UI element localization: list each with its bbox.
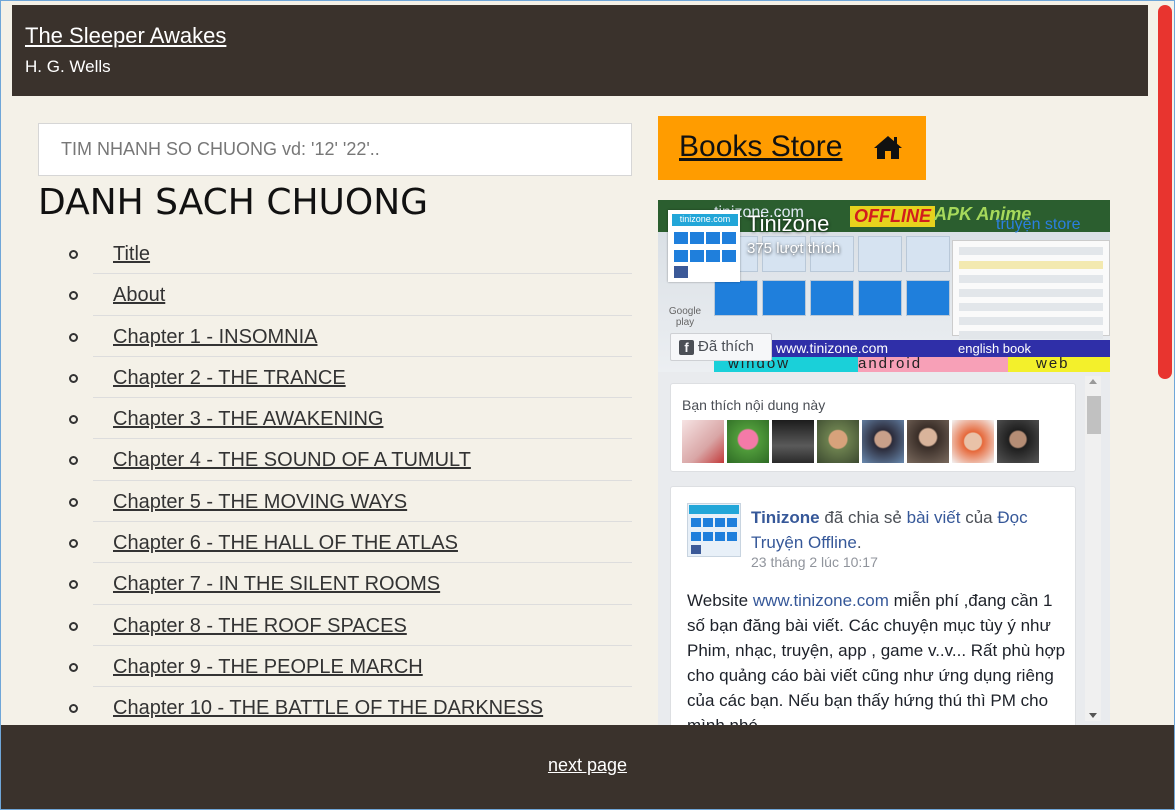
bullet-icon xyxy=(69,291,78,301)
cover-store-text: truyện store xyxy=(996,216,1081,233)
bullet-icon xyxy=(69,704,78,714)
bullet-icon xyxy=(69,250,78,259)
friends-like-card: Bạn thích nội dung này xyxy=(670,383,1076,472)
chapter-link[interactable]: About xyxy=(113,284,165,307)
list-item: Chapter 3 - THE AWAKENING xyxy=(0,398,632,440)
page-scrollbar[interactable] xyxy=(1158,5,1172,379)
cover-offline-text: OFFLINE xyxy=(850,206,935,227)
list-item: Chapter 9 - THE PEOPLE MARCH xyxy=(0,646,632,688)
bullet-icon xyxy=(69,373,78,383)
list-item: Chapter 6 - THE HALL OF THE ATLAS xyxy=(0,522,632,564)
bullet-icon xyxy=(69,662,78,672)
chapter-link[interactable]: Chapter 2 - THE TRANCE xyxy=(113,367,346,390)
cover-url-text: www.tinizone.com xyxy=(776,340,889,356)
chapter-link[interactable]: Chapter 5 - THE MOVING WAYS xyxy=(113,491,407,514)
facebook-icon: f xyxy=(679,340,694,355)
book-author: H. G. Wells xyxy=(25,57,111,76)
book-title-link[interactable]: The Sleeper Awakes xyxy=(25,23,226,49)
avatar[interactable] xyxy=(772,420,814,463)
scrollbar-thumb[interactable] xyxy=(1087,396,1101,434)
chapter-link[interactable]: Chapter 9 - THE PEOPLE MARCH xyxy=(113,656,423,679)
chapter-link[interactable]: Chapter 3 - THE AWAKENING xyxy=(113,408,383,431)
list-item: Chapter 7 - IN THE SILENT ROOMS xyxy=(0,563,632,605)
avatar[interactable] xyxy=(997,420,1039,463)
profile-logo: tinizone.com xyxy=(672,214,738,226)
post-body: Website www.tinizone.com miễn phí ,đang … xyxy=(687,588,1069,725)
facebook-feed-scroll[interactable]: Bạn thích nội dung này Tinizone đã chia … xyxy=(658,372,1110,725)
bullet-icon xyxy=(69,497,78,507)
chapter-link[interactable]: Chapter 4 - THE SOUND OF A TUMULT xyxy=(113,449,471,472)
post-author-link[interactable]: Tinizone xyxy=(751,508,820,527)
books-store-button[interactable]: Books Store xyxy=(658,116,926,180)
facebook-page-name[interactable]: Tinizone xyxy=(747,211,829,237)
avatar[interactable] xyxy=(727,420,769,463)
chapter-list-heading: DANH SACH CHUONG xyxy=(38,182,429,223)
scroll-up-icon[interactable] xyxy=(1089,379,1097,384)
list-item: Chapter 10 - THE BATTLE OF THE DARKNESS xyxy=(0,687,632,729)
book-header: The Sleeper Awakes H. G. Wells xyxy=(12,5,1148,96)
avatar[interactable] xyxy=(817,420,859,463)
post-author-avatar[interactable] xyxy=(687,503,741,557)
list-item: Chapter 1 - INSOMNIA xyxy=(0,316,632,357)
chapter-link[interactable]: Chapter 7 - IN THE SILENT ROOMS xyxy=(113,573,440,596)
post-action-text: đã chia sẻ xyxy=(824,508,902,527)
list-item: Chapter 4 - THE SOUND OF A TUMULT xyxy=(0,439,632,481)
facebook-cover-image[interactable]: tinizone.com OFFLINE APK Anime truyện st… xyxy=(658,200,1110,372)
facebook-like-count: 375 lượt thích xyxy=(747,240,841,257)
chapter-link[interactable]: Chapter 1 - INSOMNIA xyxy=(113,326,318,349)
post-header: Tinizone đã chia sẻ bài viết của Đọc Tru… xyxy=(751,508,1028,552)
bullet-icon xyxy=(69,415,78,425)
chapter-link[interactable]: Chapter 10 - THE BATTLE OF THE DARKNESS xyxy=(113,697,543,720)
bullet-icon xyxy=(69,621,78,631)
next-page-link[interactable]: next page xyxy=(548,755,627,775)
post-object-link[interactable]: bài viết xyxy=(907,508,961,527)
facebook-page-widget: tinizone.com OFFLINE APK Anime truyện st… xyxy=(658,200,1110,725)
chapter-link[interactable]: Chapter 6 - THE HALL OF THE ATLAS xyxy=(113,532,458,555)
post-preposition-text: của xyxy=(965,508,993,527)
list-item: Chapter 5 - THE MOVING WAYS xyxy=(0,481,632,523)
google-play-badge: Google play xyxy=(668,306,702,328)
books-store-label: Books Store xyxy=(679,130,843,163)
list-item: Title xyxy=(0,233,632,275)
chapter-list: Title About Chapter 1 - INSOMNIA Chapter… xyxy=(0,233,632,729)
cover-android-text: android xyxy=(858,355,923,372)
bullet-icon xyxy=(69,456,78,466)
chapter-link[interactable]: Chapter 8 - THE ROOF SPACES xyxy=(113,615,407,638)
cover-screenshot-panel xyxy=(952,240,1110,339)
page-profile-picture[interactable]: tinizone.com xyxy=(668,210,740,282)
list-item: Chapter 8 - THE ROOF SPACES xyxy=(0,605,632,646)
list-item: About xyxy=(0,274,632,316)
liked-button-label: Đã thích xyxy=(698,338,754,355)
chapter-link[interactable]: Title xyxy=(113,243,150,266)
facebook-post: Tinizone đã chia sẻ bài viết của Đọc Tru… xyxy=(670,486,1076,725)
scroll-down-icon[interactable] xyxy=(1089,713,1097,718)
next-page-container: next page xyxy=(1,755,1174,776)
avatar[interactable] xyxy=(862,420,904,463)
post-body-text: miễn phí ,đang cần 1 số bạn đăng bài viế… xyxy=(687,591,1066,725)
friends-like-caption: Bạn thích nội dung này xyxy=(682,397,826,413)
post-timestamp[interactable]: 23 tháng 2 lúc 10:17 xyxy=(751,554,878,570)
footer-bar: next page xyxy=(1,725,1174,809)
cover-web-text: web xyxy=(1036,355,1070,372)
feed-scrollbar[interactable] xyxy=(1085,376,1101,721)
avatar[interactable] xyxy=(952,420,994,463)
bullet-icon xyxy=(69,539,78,549)
post-body-link[interactable]: www.tinizone.com xyxy=(753,591,889,610)
post-body-prefix: Website xyxy=(687,591,749,610)
list-item: Chapter 2 - THE TRANCE xyxy=(0,357,632,399)
bullet-icon xyxy=(69,332,78,342)
avatar[interactable] xyxy=(682,420,724,463)
liked-button[interactable]: f Đã thích xyxy=(670,333,772,361)
cover-english-text: english book xyxy=(958,341,1031,356)
home-icon xyxy=(874,136,902,159)
bullet-icon xyxy=(69,580,78,590)
chapter-search-input[interactable] xyxy=(38,123,632,176)
avatar[interactable] xyxy=(907,420,949,463)
